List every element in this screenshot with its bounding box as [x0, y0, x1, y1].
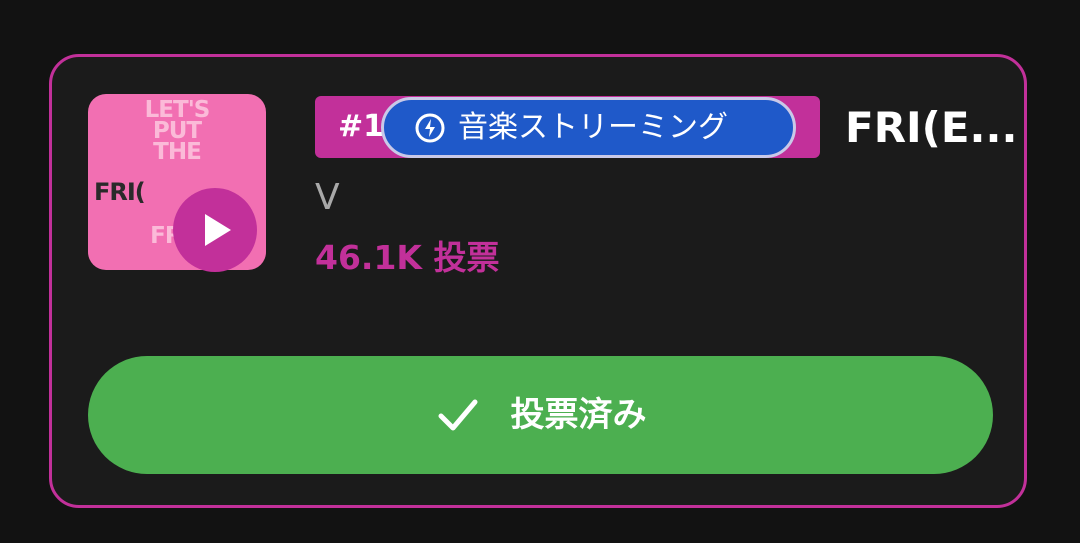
voted-button[interactable]: 投票済み — [88, 356, 993, 474]
play-icon — [205, 214, 231, 246]
voted-label: 投票済み — [510, 395, 647, 435]
play-button[interactable] — [173, 188, 257, 272]
song-title: FRI(E... — [845, 103, 1018, 152]
lightning-bolt-icon — [414, 112, 446, 144]
artist-name: V — [315, 177, 340, 218]
check-icon — [435, 392, 481, 438]
vote-count: 46.1K 投票 — [315, 238, 500, 277]
rank-number: #1 — [338, 109, 385, 144]
album-cover-frie-text: FRI( — [94, 178, 146, 206]
streaming-label: 音楽ストリーミング — [458, 109, 728, 145]
streaming-button[interactable]: 音楽ストリーミング — [381, 97, 796, 158]
